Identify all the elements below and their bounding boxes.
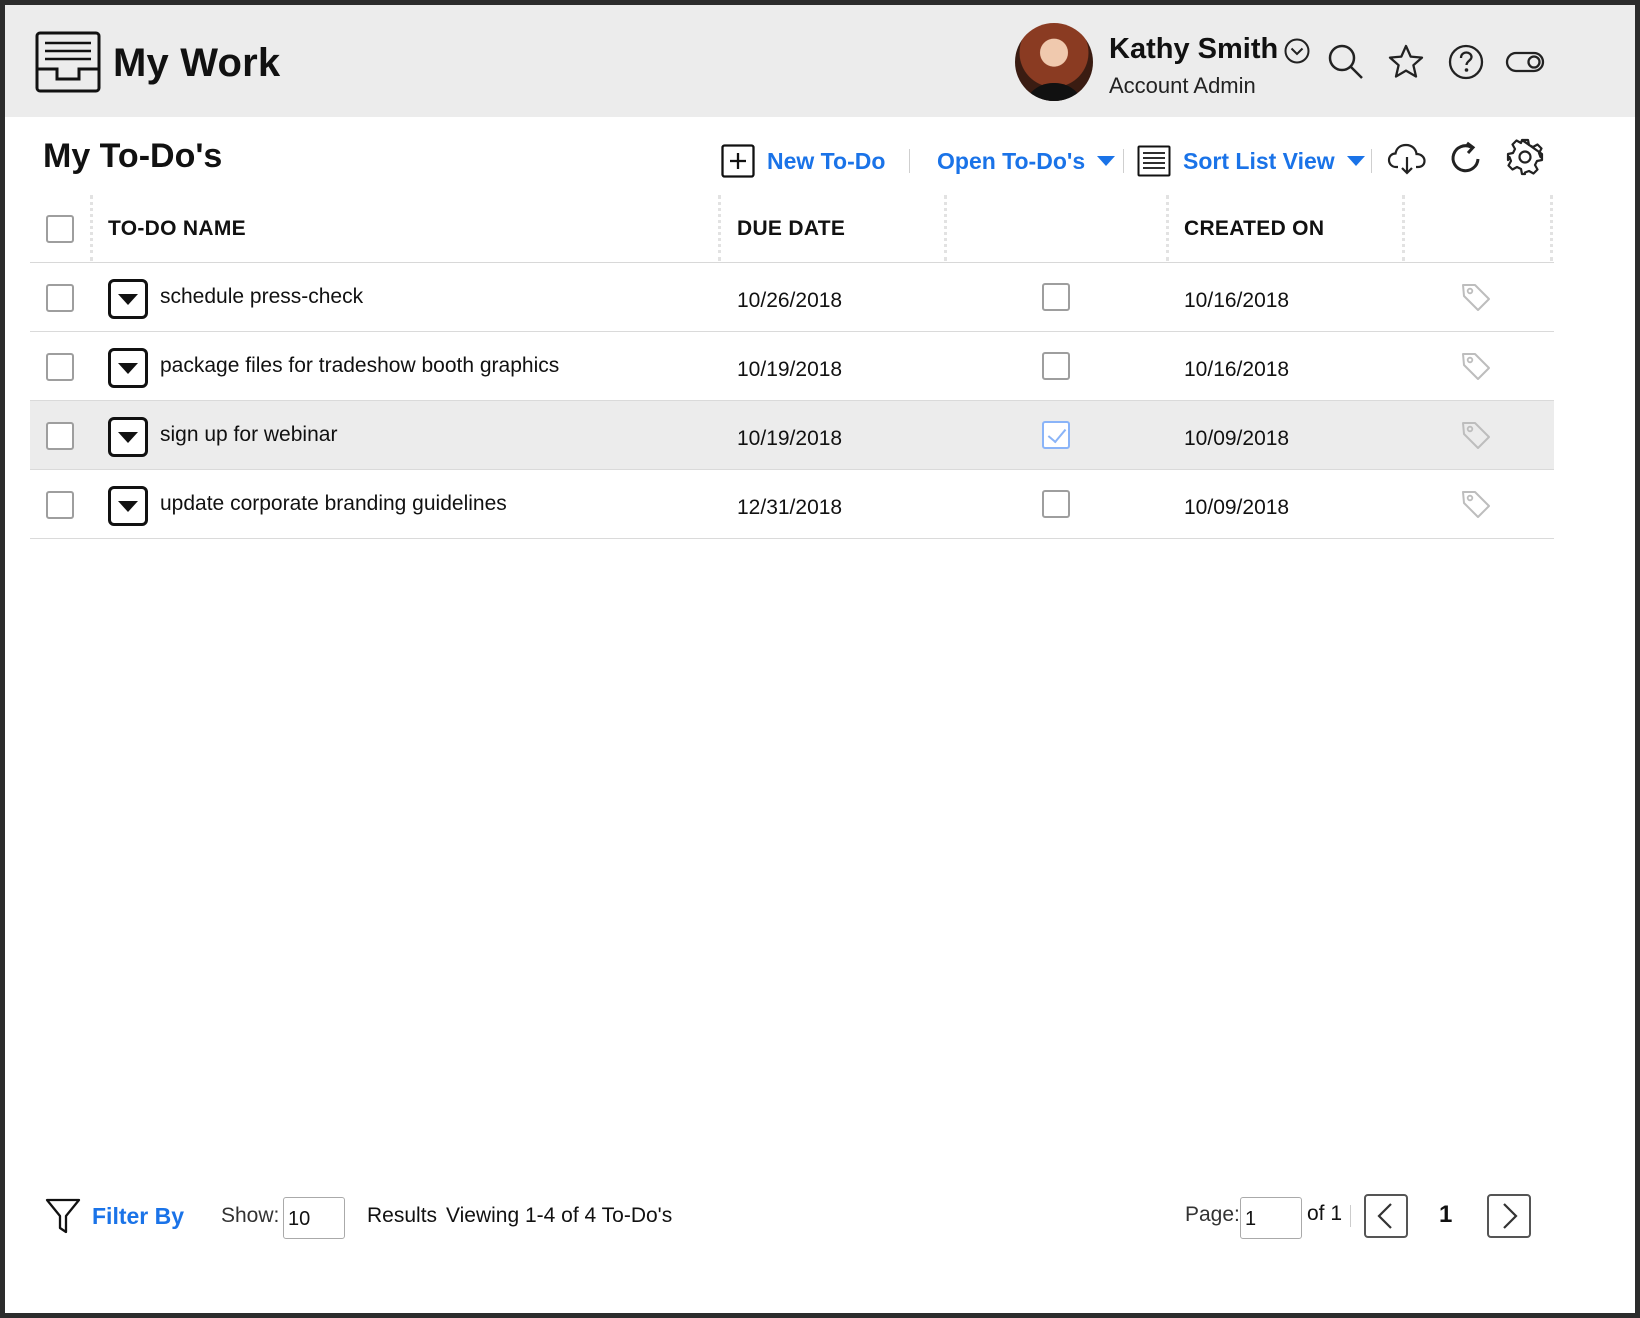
table-body: schedule press-check 10/26/2018 10/16/2018… xyxy=(30,263,1554,539)
row-select-checkbox[interactable] xyxy=(46,353,74,381)
refresh-icon[interactable] xyxy=(1447,139,1485,177)
column-header-due-date[interactable]: DUE DATE xyxy=(737,217,845,241)
previous-page-button[interactable] xyxy=(1364,1194,1408,1238)
toolbar-divider xyxy=(909,149,910,173)
column-divider xyxy=(1402,195,1405,261)
sort-list-view-dropdown[interactable]: Sort List View xyxy=(1137,141,1365,181)
column-divider xyxy=(1550,195,1553,261)
row-expand-button[interactable] xyxy=(108,279,148,319)
todo-table: TO-DO NAME DUE DATE CREATED ON schedule … xyxy=(30,195,1554,539)
page-title: My To-Do's xyxy=(43,137,223,175)
new-todo-button[interactable]: New To-Do xyxy=(721,141,885,181)
table-row[interactable]: sign up for webinar 10/19/2018 10/09/2018 xyxy=(30,401,1554,470)
select-all-checkbox[interactable] xyxy=(46,215,74,243)
caret-down-icon xyxy=(1097,156,1116,166)
row-expand-button[interactable] xyxy=(108,417,148,457)
todo-name[interactable]: sign up for webinar xyxy=(160,423,337,447)
footer-bar: Filter By Show: 10 Results Viewing 1-4 o… xyxy=(5,1185,1635,1255)
complete-checkbox[interactable] xyxy=(1042,283,1070,311)
table-row[interactable]: package files for tradeshow booth graphi… xyxy=(30,332,1554,401)
column-header-created-on[interactable]: CREATED ON xyxy=(1184,217,1324,241)
plus-square-icon xyxy=(721,144,755,178)
page-size-input[interactable]: 10 xyxy=(283,1197,345,1239)
chevron-right-icon xyxy=(1489,1196,1529,1236)
tag-icon[interactable] xyxy=(1460,488,1492,520)
column-divider xyxy=(718,195,721,261)
next-page-button[interactable] xyxy=(1487,1194,1531,1238)
complete-checkbox[interactable] xyxy=(1042,352,1070,380)
todo-name[interactable]: update corporate branding guidelines xyxy=(160,492,507,516)
app-title: My Work xyxy=(113,41,281,85)
row-select-checkbox[interactable] xyxy=(46,284,74,312)
table-row[interactable]: update corporate branding guidelines 12/3… xyxy=(30,470,1554,539)
app-window: My Work Kathy Smith Account Admin My To-… xyxy=(5,5,1635,1313)
cloud-download-icon[interactable] xyxy=(1387,139,1427,179)
table-row[interactable]: schedule press-check 10/26/2018 10/16/2018 xyxy=(30,263,1554,332)
list-icon xyxy=(1137,145,1171,177)
todo-name[interactable]: package files for tradeshow booth graphi… xyxy=(160,354,559,378)
filter-icon[interactable] xyxy=(45,1197,81,1235)
top-header: My Work Kathy Smith Account Admin xyxy=(5,5,1635,117)
table-header: TO-DO NAME DUE DATE CREATED ON xyxy=(30,195,1554,263)
column-divider xyxy=(944,195,947,261)
star-icon[interactable] xyxy=(1387,43,1425,81)
page-total: of 1 xyxy=(1307,1202,1343,1225)
show-label: Show: xyxy=(221,1204,280,1227)
sort-list-view-label: Sort List View xyxy=(1183,147,1335,174)
column-divider xyxy=(90,195,93,261)
column-header-name[interactable]: TO-DO NAME xyxy=(108,217,246,241)
toggle-icon[interactable] xyxy=(1505,43,1545,81)
user-name[interactable]: Kathy Smith xyxy=(1109,33,1278,66)
gear-icon[interactable] xyxy=(1505,137,1545,177)
todo-name[interactable]: schedule press-check xyxy=(160,285,363,309)
page-number-input[interactable]: 1 xyxy=(1240,1197,1302,1239)
tag-icon[interactable] xyxy=(1460,281,1492,313)
row-select-checkbox[interactable] xyxy=(46,422,74,450)
row-select-checkbox[interactable] xyxy=(46,491,74,519)
open-todos-label: Open To-Do's xyxy=(937,147,1086,174)
caret-down-icon xyxy=(1346,156,1365,166)
created-on-date: 10/16/2018 xyxy=(1184,289,1290,312)
current-page-number[interactable]: 1 xyxy=(1439,1201,1452,1229)
inbox-tray-icon xyxy=(35,31,101,93)
due-date: 12/31/2018 xyxy=(737,496,843,519)
pagination-divider xyxy=(1350,1205,1351,1227)
created-on-date: 10/16/2018 xyxy=(1184,358,1290,381)
tag-icon[interactable] xyxy=(1460,419,1492,451)
tag-icon[interactable] xyxy=(1460,350,1492,382)
created-on-date: 10/09/2018 xyxy=(1184,496,1290,519)
column-divider xyxy=(1166,195,1169,261)
viewing-count: Viewing 1-4 of 4 To-Do's xyxy=(446,1204,673,1227)
chevron-left-icon xyxy=(1366,1196,1406,1236)
row-expand-button[interactable] xyxy=(108,348,148,388)
user-role: Account Admin xyxy=(1109,73,1256,98)
due-date: 10/19/2018 xyxy=(737,358,843,381)
chevron-down-circle-icon[interactable] xyxy=(1283,37,1311,65)
complete-checkbox[interactable] xyxy=(1042,490,1070,518)
results-label: Results xyxy=(367,1204,438,1227)
created-on-date: 10/09/2018 xyxy=(1184,427,1290,450)
page-label: Page: xyxy=(1185,1203,1240,1226)
toolbar-divider xyxy=(1123,149,1124,173)
due-date: 10/26/2018 xyxy=(737,289,843,312)
search-icon[interactable] xyxy=(1327,43,1365,81)
row-expand-button[interactable] xyxy=(108,486,148,526)
complete-checkbox[interactable] xyxy=(1042,421,1070,449)
due-date: 10/19/2018 xyxy=(737,427,843,450)
help-icon[interactable] xyxy=(1447,43,1485,81)
filter-by-button[interactable]: Filter By xyxy=(92,1203,184,1230)
avatar[interactable] xyxy=(1015,23,1093,101)
toolbar-divider xyxy=(1371,149,1372,173)
open-todos-dropdown[interactable]: Open To-Do's xyxy=(937,141,1116,181)
new-todo-label: New To-Do xyxy=(767,147,886,174)
